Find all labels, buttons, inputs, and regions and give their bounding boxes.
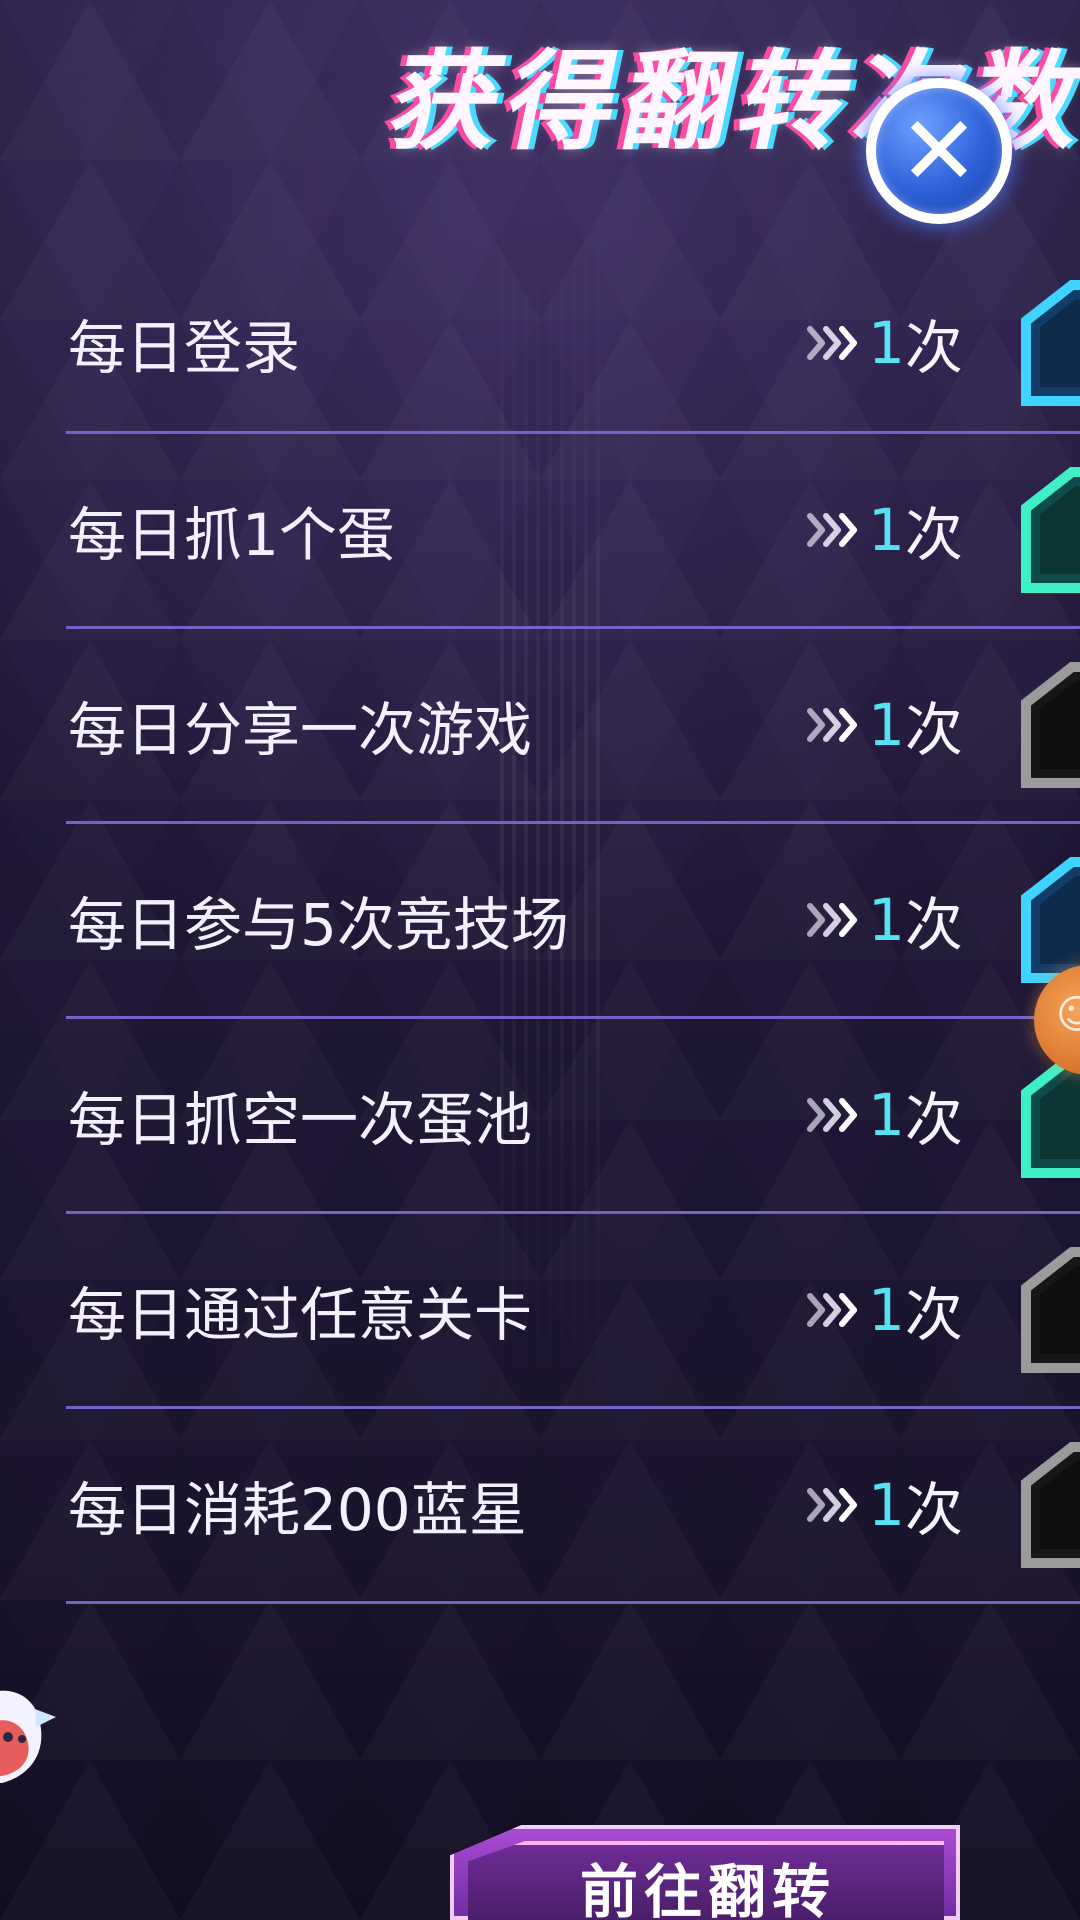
- task-row: 每日抓空一次蛋池 1 次: [66, 1019, 1080, 1214]
- task-reward: 1 次: [806, 301, 963, 385]
- chevrons-right-icon: [806, 325, 860, 361]
- task-label: 每日抓空一次蛋池: [68, 1086, 533, 1154]
- reward-unit: 次: [904, 314, 963, 382]
- reward-number: 1: [868, 691, 905, 759]
- reward-unit: 次: [904, 1476, 963, 1544]
- reward-unit: 次: [904, 891, 963, 959]
- reward-number: 1: [868, 1081, 905, 1149]
- task-reward: 1 次: [806, 1268, 963, 1352]
- task-reward: 1 次: [806, 683, 963, 767]
- chevrons-right-icon: [806, 707, 860, 743]
- task-label: 每日抓1个蛋: [68, 501, 395, 569]
- hexagon-badge-icon[interactable]: [1006, 1246, 1080, 1374]
- reward-unit: 次: [904, 696, 963, 764]
- game-popup-page: 获得翻转次数 ✕ 每日登录 1 次 每日抓1个蛋 1 次 每日分享一次游戏 1 …: [0, 0, 1080, 1920]
- go-flip-button-label: 前往翻转: [580, 1858, 837, 1920]
- mascot-icon[interactable]: [0, 1665, 60, 1805]
- task-label: 每日消耗200蓝星: [68, 1476, 527, 1544]
- task-row: 每日消耗200蓝星 1 次: [66, 1409, 1080, 1604]
- reward-number: 1: [868, 1471, 905, 1539]
- chevrons-right-icon: [806, 1292, 860, 1328]
- hexagon-badge-icon[interactable]: [1006, 279, 1080, 407]
- chevrons-right-icon: [806, 1097, 860, 1133]
- reward-unit: 次: [904, 501, 963, 569]
- hexagon-badge-icon[interactable]: [1006, 661, 1080, 789]
- task-reward: 1 次: [806, 1073, 963, 1157]
- task-row: 每日通过任意关卡 1 次: [66, 1214, 1080, 1409]
- reward-number: 1: [868, 309, 905, 377]
- task-row: 每日参与5次竞技场 1 次: [66, 824, 1080, 1019]
- hexagon-badge-icon[interactable]: [1006, 856, 1080, 984]
- chevrons-right-icon: [806, 902, 860, 938]
- reward-number: 1: [868, 1276, 905, 1344]
- chevrons-right-icon: [806, 512, 860, 548]
- task-row: 每日登录 1 次: [66, 255, 1080, 434]
- close-button[interactable]: ✕: [866, 78, 1012, 224]
- hexagon-badge-icon[interactable]: [1006, 1441, 1080, 1569]
- reward-unit: 次: [904, 1086, 963, 1154]
- task-row: 每日抓1个蛋 1 次: [66, 434, 1080, 629]
- chevrons-right-icon: [806, 1487, 860, 1523]
- floating-assistant-icon: ☺: [1056, 992, 1080, 1038]
- task-reward: 1 次: [806, 488, 963, 572]
- task-label: 每日登录: [68, 314, 301, 382]
- task-label: 每日通过任意关卡: [68, 1281, 533, 1349]
- hexagon-badge-icon[interactable]: [1006, 466, 1080, 594]
- task-row: 每日分享一次游戏 1 次: [66, 629, 1080, 824]
- go-flip-button[interactable]: 前往翻转: [450, 1825, 960, 1920]
- close-icon: ✕: [898, 95, 980, 207]
- reward-unit: 次: [904, 1281, 963, 1349]
- task-label: 每日参与5次竞技场: [68, 891, 569, 959]
- task-label: 每日分享一次游戏: [68, 696, 533, 764]
- task-list: 每日登录 1 次 每日抓1个蛋 1 次 每日分享一次游戏 1 次 每日参与5次竞…: [0, 255, 1080, 1604]
- task-reward: 1 次: [806, 1463, 963, 1547]
- reward-number: 1: [868, 496, 905, 564]
- reward-number: 1: [868, 886, 905, 954]
- task-reward: 1 次: [806, 878, 963, 962]
